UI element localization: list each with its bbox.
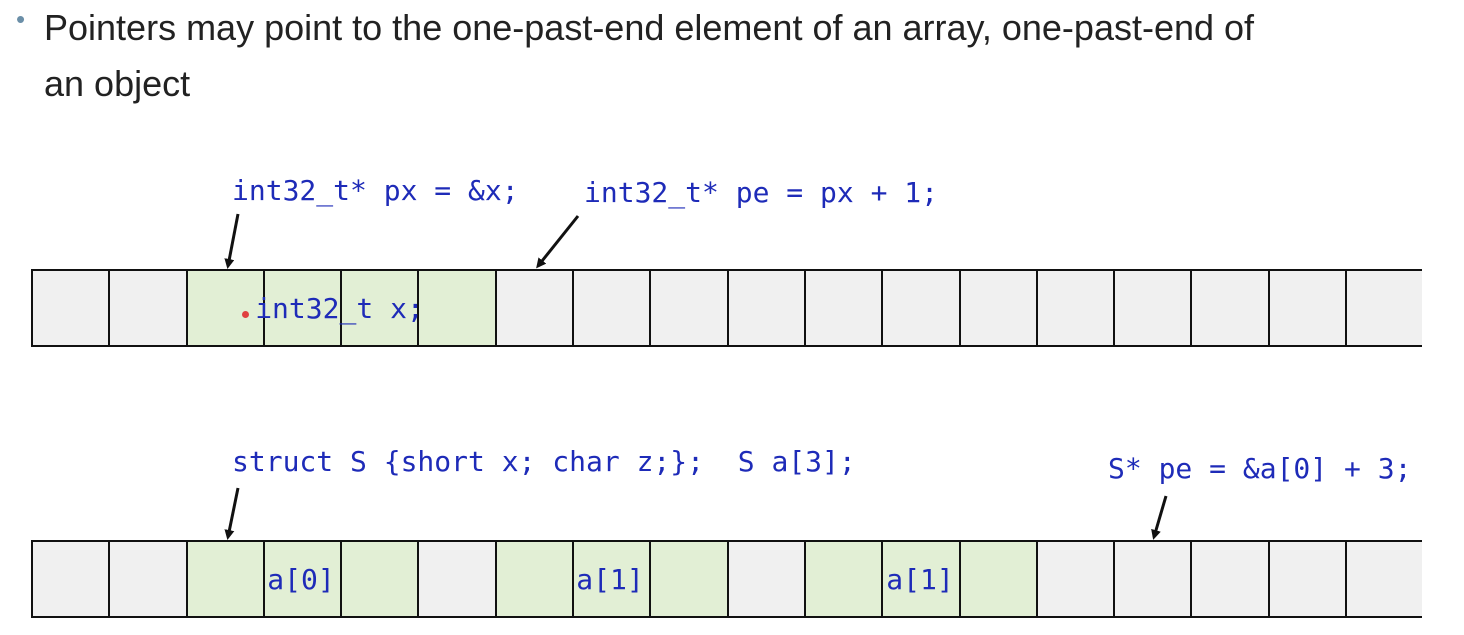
pointer-arrows [224,213,1168,540]
arrow-pe [536,215,580,269]
arrow-px [224,213,240,269]
arrow-a0 [224,487,240,540]
arrow-struct-pe [1151,495,1168,540]
